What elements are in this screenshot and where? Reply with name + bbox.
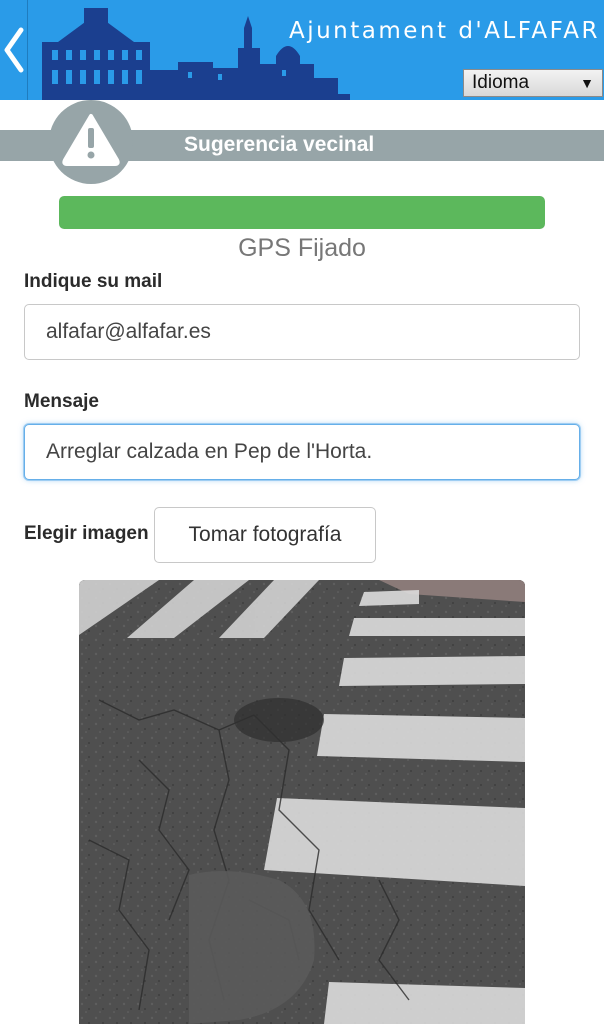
email-field[interactable]: [24, 304, 580, 360]
header-divider: [27, 0, 28, 100]
section-icon-badge: [49, 100, 133, 184]
caret-down-icon: ▼: [580, 75, 594, 91]
app-title: Ajuntament d'ALFAFAR: [288, 18, 600, 44]
message-field[interactable]: [24, 424, 580, 480]
chevron-left-icon: [4, 27, 23, 73]
app-header: Ajuntament d'ALFAFAR Idioma ▼: [0, 0, 604, 100]
image-label: Elegir imagen: [24, 523, 149, 544]
photo-preview: [79, 580, 525, 1024]
gps-status-text: GPS Fijado: [238, 234, 366, 262]
gps-progress-fill: [59, 196, 545, 229]
road-photo-illustration: [79, 580, 525, 1024]
take-photo-button[interactable]: Tomar fotografía: [154, 507, 376, 563]
language-select-value: Idioma: [472, 72, 530, 93]
language-select[interactable]: Idioma ▼: [463, 69, 603, 97]
section-title: Sugerencia vecinal: [184, 133, 375, 156]
back-button[interactable]: [0, 0, 27, 100]
warning-icon: [62, 114, 120, 166]
gps-progress-bar: [59, 196, 545, 229]
email-label: Indique su mail: [24, 271, 163, 292]
message-label: Mensaje: [24, 391, 99, 412]
